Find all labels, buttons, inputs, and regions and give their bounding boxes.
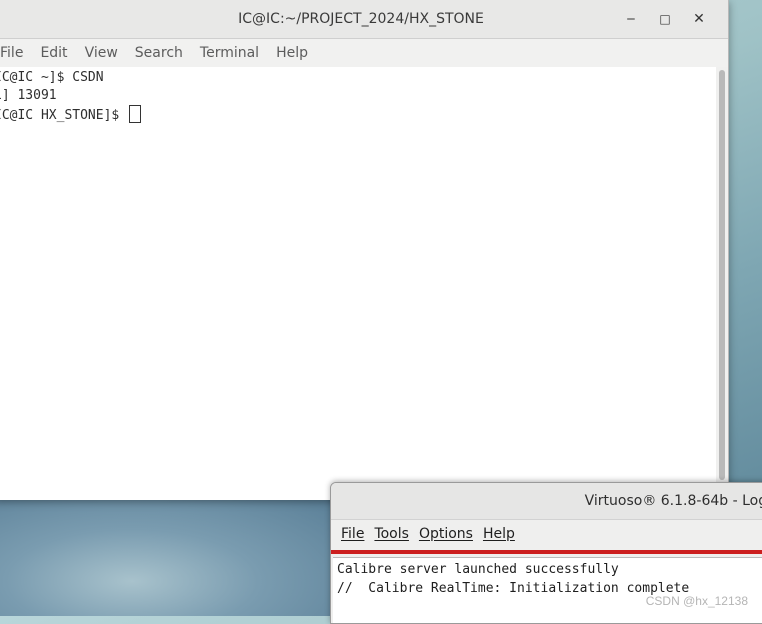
log-line: Calibre server launched successfully xyxy=(337,562,619,577)
virtuoso-menu-help[interactable]: Help xyxy=(483,526,515,542)
terminal-title: IC@IC:~/PROJECT_2024/HX_STONE xyxy=(238,11,484,27)
virtuoso-titlebar[interactable]: Virtuoso® 6.1.8-64b - Log: / xyxy=(331,483,762,520)
minimize-icon[interactable]: ‒ xyxy=(614,0,648,38)
virtuoso-menu-options[interactable]: Options xyxy=(419,526,473,542)
virtuoso-menu-file[interactable]: File xyxy=(341,526,364,542)
virtuoso-menu-tools[interactable]: Tools xyxy=(374,526,409,542)
terminal-scrollbar[interactable] xyxy=(716,67,728,500)
menu-file[interactable]: File xyxy=(0,45,31,61)
terminal-titlebar[interactable]: IC@IC:~/PROJECT_2024/HX_STONE ‒ □ ✕ xyxy=(0,0,728,39)
menu-search[interactable]: Search xyxy=(135,45,191,61)
scrollbar-thumb[interactable] xyxy=(719,70,725,480)
terminal-prompt: IC@IC HX_STONE]$ xyxy=(0,108,128,123)
virtuoso-title: Virtuoso® 6.1.8-64b - Log: / xyxy=(584,493,762,509)
desktop-background xyxy=(0,500,330,616)
terminal-menubar: File Edit View Search Terminal Help xyxy=(0,39,728,68)
watermark: CSDN @hx_12138 xyxy=(645,594,748,608)
virtuoso-log-output[interactable]: Calibre server launched successfully // … xyxy=(333,557,762,623)
menu-help[interactable]: Help xyxy=(276,45,316,61)
maximize-icon[interactable]: □ xyxy=(648,0,682,38)
terminal-output[interactable]: IC@IC ~]$ CSDN 1] 13091 IC@IC HX_STONE]$ xyxy=(0,67,716,500)
virtuoso-menubar: File Tools Options Help xyxy=(331,520,762,548)
terminal-window: IC@IC:~/PROJECT_2024/HX_STONE ‒ □ ✕ File… xyxy=(0,0,729,500)
close-icon[interactable]: ✕ xyxy=(682,0,716,38)
menu-terminal[interactable]: Terminal xyxy=(200,45,267,61)
menu-view[interactable]: View xyxy=(85,45,126,61)
menu-edit[interactable]: Edit xyxy=(40,45,75,61)
terminal-line: 1] 13091 xyxy=(0,88,57,103)
terminal-line: IC@IC ~]$ CSDN xyxy=(0,70,104,85)
window-controls: ‒ □ ✕ xyxy=(614,0,716,38)
divider xyxy=(331,550,762,554)
terminal-prompt-line: IC@IC HX_STONE]$ xyxy=(0,105,716,123)
text-cursor xyxy=(129,105,142,123)
